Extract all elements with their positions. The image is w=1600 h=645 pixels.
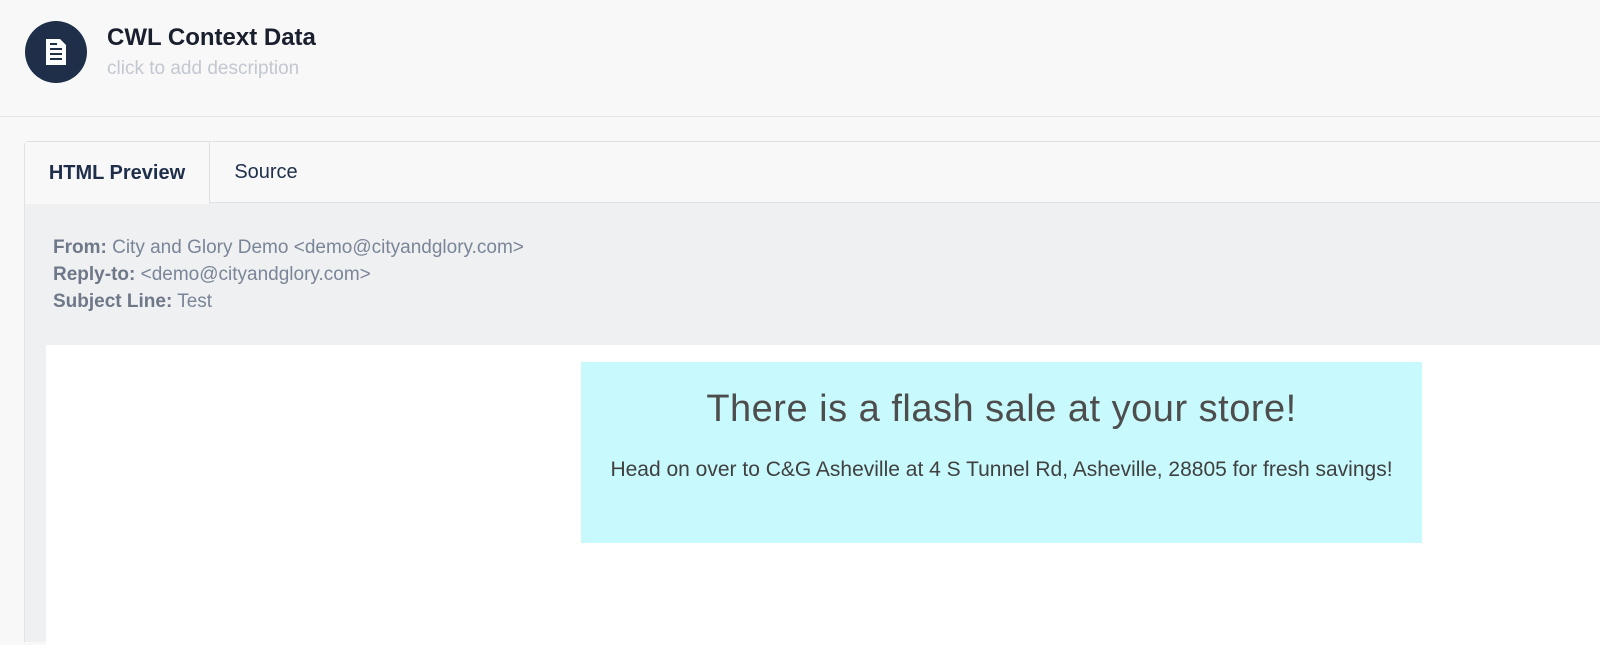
preview-panel: HTML Preview Source From: City and Glory…	[24, 141, 1600, 645]
tab-html-preview[interactable]: HTML Preview	[25, 142, 210, 204]
banner-body: Head on over to C&G Asheville at 4 S Tun…	[610, 458, 1393, 481]
flash-sale-banner: There is a flash sale at your store! Hea…	[581, 362, 1422, 543]
tab-source[interactable]: Source	[228, 142, 304, 203]
document-icon	[46, 39, 66, 65]
reply-to-line: Reply-to: <demo@cityandglory.com>	[53, 261, 524, 288]
from-line: From: City and Glory Demo <demo@cityandg…	[53, 234, 524, 261]
from-label: From:	[53, 237, 107, 258]
email-preview: There is a flash sale at your store! Hea…	[46, 345, 1600, 645]
subject-label: Subject Line:	[53, 291, 173, 312]
description-field[interactable]: click to add description	[107, 58, 299, 80]
reply-to-label: Reply-to:	[53, 264, 136, 285]
page-title: CWL Context Data	[107, 24, 316, 51]
subject-value: Test	[177, 291, 213, 312]
document-avatar	[25, 21, 87, 83]
page-header: CWL Context Data click to add descriptio…	[0, 0, 1600, 117]
reply-to-value: <demo@cityandglory.com>	[140, 264, 371, 285]
tab-bar: HTML Preview Source	[25, 142, 1600, 204]
subject-line: Subject Line: Test	[53, 288, 524, 315]
banner-headline: There is a flash sale at your store!	[706, 388, 1297, 430]
email-metadata: From: City and Glory Demo <demo@cityandg…	[53, 234, 524, 315]
from-value: City and Glory Demo <demo@cityandglory.c…	[112, 237, 524, 258]
